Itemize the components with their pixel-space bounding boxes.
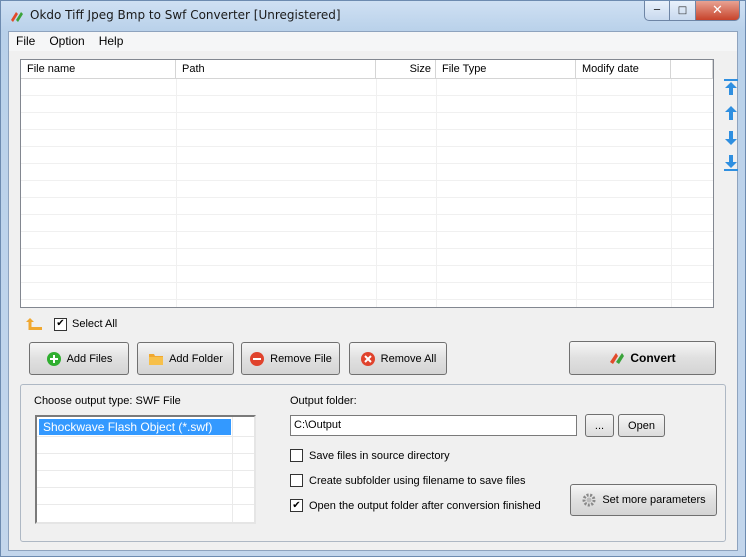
convert-button[interactable]: Convert [569,341,716,375]
move-up-icon[interactable] [723,104,739,122]
maximize-button[interactable]: □ [670,1,696,21]
grid-line [37,504,254,505]
column-modify-date[interactable]: Modify date [576,60,671,79]
output-type-label: Choose output type: SWF File [34,395,181,407]
folder-icon [149,353,164,365]
table-row [21,266,713,283]
column-filler [671,60,713,79]
select-all-checkbox[interactable]: ✔ [54,317,67,331]
move-to-bottom-icon[interactable] [723,154,739,172]
table-row [21,147,713,164]
set-more-parameters-button[interactable]: Set more parameters [570,484,717,516]
output-type-list[interactable]: Shockwave Flash Object (*.swf) [35,415,256,524]
add-files-label: Add Files [66,352,113,365]
table-row [21,164,713,181]
table-row [21,79,713,96]
table-row [21,113,713,130]
parent-folder-up-icon[interactable] [26,317,44,331]
menu-help[interactable]: Help [92,32,131,51]
browse-button[interactable]: ... [585,414,614,437]
create-subfolder-checkbox[interactable] [290,474,303,487]
move-down-icon[interactable] [723,129,739,147]
output-folder-label: Output folder: [290,395,357,407]
output-folder-input[interactable]: C:\Output [290,415,577,436]
remove-icon [250,351,265,366]
remove-all-label: Remove All [380,352,437,365]
grid-line [232,417,233,522]
option-open-output-folder[interactable]: ✔ Open the output folder after conversio… [290,499,541,512]
table-row [21,181,713,198]
window-controls: ─ □ ✕ [644,1,740,21]
convert-icon [610,353,625,364]
client-area: File Option Help File name Path Size Fil… [8,31,738,551]
remove-file-label: Remove File [270,352,332,365]
grid-line [576,79,577,307]
close-button[interactable]: ✕ [696,1,740,21]
file-list[interactable]: File name Path Size File Type Modify dat… [20,59,714,308]
table-row [21,215,713,232]
remove-all-icon [360,351,375,366]
grid-line [376,79,377,307]
column-file-type[interactable]: File Type [436,60,576,79]
column-path[interactable]: Path [176,60,376,79]
grid-line [671,79,672,307]
menu-option[interactable]: Option [42,32,91,51]
title-bar[interactable]: Okdo Tiff Jpeg Bmp to Swf Converter [Unr… [1,1,745,31]
output-type-value: SWF File [135,395,181,407]
save-in-source-checkbox[interactable] [290,449,303,462]
grid-line [37,470,254,471]
open-output-folder-label: Open the output folder after conversion … [309,499,541,512]
open-output-folder-checkbox[interactable]: ✔ [290,499,303,512]
add-folder-button[interactable]: Add Folder [137,342,234,375]
table-row [21,198,713,215]
table-row [21,96,713,113]
menu-file[interactable]: File [9,32,42,51]
move-to-top-icon[interactable] [723,78,739,96]
gear-icon [582,493,596,507]
column-size[interactable]: Size [376,60,436,79]
output-settings-panel: Choose output type: SWF File Shockwave F… [20,384,726,542]
window-title: Okdo Tiff Jpeg Bmp to Swf Converter [Unr… [30,8,341,22]
table-row [21,283,713,300]
select-all-row: ✔ Select All [26,315,117,333]
remove-file-button[interactable]: Remove File [241,342,340,375]
option-create-subfolder[interactable]: Create subfolder using filename to save … [290,474,525,487]
menu-bar: File Option Help [9,32,737,51]
table-row [21,232,713,249]
open-folder-button[interactable]: Open [618,414,665,437]
app-logo-icon [11,12,23,22]
app-window: Okdo Tiff Jpeg Bmp to Swf Converter [Unr… [0,0,746,557]
grid-line [436,79,437,307]
grid-line [37,453,254,454]
file-list-header: File name Path Size File Type Modify dat… [21,60,713,79]
file-list-rows [21,79,713,307]
create-subfolder-label: Create subfolder using filename to save … [309,474,526,487]
add-icon [46,351,61,366]
option-save-in-source[interactable]: Save files in source directory [290,449,450,462]
convert-label: Convert [630,351,676,365]
output-type-item-swf[interactable]: Shockwave Flash Object (*.swf) [39,419,231,435]
save-in-source-label: Save files in source directory [309,449,450,462]
table-row [21,130,713,147]
remove-all-button[interactable]: Remove All [349,342,447,375]
add-folder-label: Add Folder [169,352,223,365]
set-more-parameters-label: Set more parameters [602,494,706,506]
output-type-caption: Choose output type: [34,395,133,407]
grid-line [176,79,177,307]
select-all-label: Select All [72,318,118,330]
table-row [21,249,713,266]
column-file-name[interactable]: File name [21,60,176,79]
add-files-button[interactable]: Add Files [29,342,129,375]
grid-line [37,487,254,488]
grid-line [37,436,254,437]
minimize-button[interactable]: ─ [644,1,670,21]
